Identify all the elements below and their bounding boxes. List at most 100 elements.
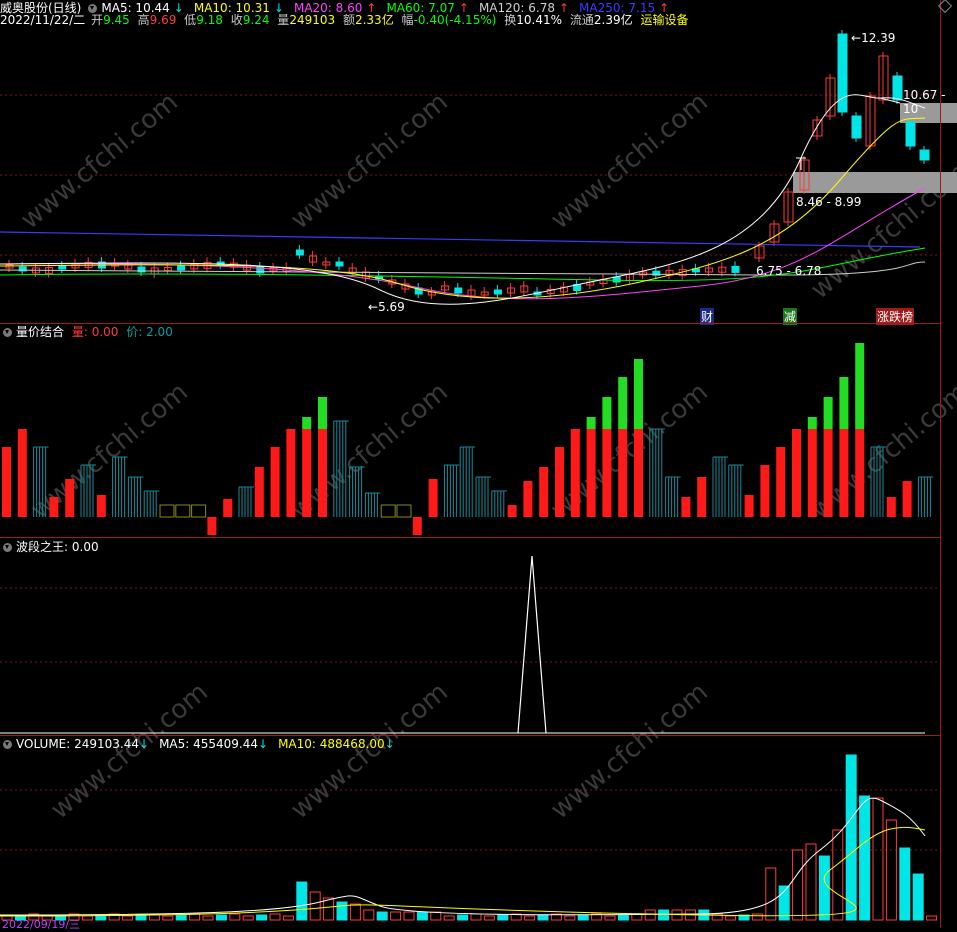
volume-bar (604, 915, 616, 921)
candle-body (493, 289, 502, 295)
collapse-icon[interactable] (88, 4, 98, 13)
volume-bar (403, 911, 415, 921)
panel4-header: VOLUME: 249103.44↓ MA5: 455409.44↓ MA10: 4… (0, 737, 399, 751)
candle-body (731, 265, 740, 273)
high-mark-label: ←12.39 (851, 31, 895, 45)
vp-bar (681, 497, 691, 517)
axis-start-date: 2022/09/19/三 (2, 918, 81, 931)
vp-bar (855, 343, 865, 429)
sector-link[interactable]: 运输设备 (640, 13, 688, 27)
vp-bar (318, 397, 327, 429)
volume-bar (349, 903, 361, 921)
volume-bar (845, 754, 857, 921)
volume-bar (577, 914, 589, 921)
high-mark-value: 12.39 (861, 31, 896, 45)
vp-bar (428, 479, 438, 517)
volume-bar (309, 891, 321, 921)
float-label: 流通 (569, 13, 594, 27)
collapse-icon[interactable] (3, 740, 12, 749)
quote-line: 2022/11/22/二 开9.45 高9.69 低9.18 收9.24 量24… (0, 13, 692, 27)
volume-bar (135, 914, 147, 921)
low-label: 低 (184, 13, 197, 27)
vp-bar (823, 397, 833, 429)
vp-bar (586, 417, 596, 429)
volume-bar (885, 819, 897, 921)
vp-bar (175, 504, 191, 518)
volume-bar (751, 913, 763, 921)
open-value: 9.45 (103, 13, 130, 27)
panel3-title: 波段之王 (16, 540, 65, 554)
volume-bar (658, 909, 670, 921)
vp-bar (318, 429, 327, 517)
panel-separator (0, 537, 940, 538)
volume-bar (430, 911, 442, 921)
volume-bar (336, 901, 348, 921)
arrow-left-icon: ← (368, 300, 379, 314)
close-label: 收 (230, 13, 243, 27)
close-value: 9.24 (242, 13, 270, 27)
vp-bar (191, 504, 207, 518)
panel2-volume: 量: 0.00 (71, 325, 119, 339)
volume-bar (617, 914, 629, 921)
volume-bar (912, 873, 924, 921)
vp-bar (634, 429, 643, 517)
volume-bar (537, 914, 549, 921)
panel2-header: 量价结合 量: 0.00 价: 2.00 (0, 325, 177, 339)
vp-bar (855, 429, 865, 517)
vp-bar (760, 465, 770, 517)
panel2-price: 价: 2.00 (126, 325, 173, 339)
volume-label: VOLUME: 249103.44 (16, 737, 139, 751)
vp-bar (302, 417, 312, 429)
low-value: 9.18 (196, 13, 223, 27)
candle-body (612, 276, 621, 283)
watermark-text: www.cfchi.com (285, 677, 454, 825)
volume-bar (765, 867, 777, 921)
high-label: 高 (137, 13, 150, 27)
turnover-value: 10.41% (516, 13, 563, 27)
amount-label: 额 (342, 13, 355, 27)
vp-bar (823, 429, 833, 517)
change-value: -0.40(-4.15%) (413, 13, 497, 27)
ma250-line (0, 231, 921, 248)
candle-body (892, 75, 903, 101)
volume-bar (323, 897, 335, 921)
volume-bar (818, 855, 830, 921)
vp-bar (602, 397, 612, 429)
vp-bar (839, 377, 849, 429)
vp-bar (570, 429, 580, 517)
volume-ma5-label: MA5: 455409.44 (159, 737, 259, 751)
volume-value: 249103 (289, 13, 336, 27)
price-zone (793, 172, 957, 193)
volume-bar (564, 915, 576, 921)
zone-label-2: 8.46 - 8.99 (796, 195, 862, 209)
candle-body (295, 249, 304, 256)
watermark-text: www.cfchi.com (545, 677, 714, 825)
vp-bar (49, 497, 59, 517)
vp-bar (807, 429, 817, 517)
collapse-icon[interactable] (3, 543, 12, 552)
candle-body (58, 265, 67, 270)
arrow-left-icon: ← (851, 31, 862, 45)
volume-bar (215, 914, 227, 921)
volume-bar (376, 911, 388, 921)
signal-spike (517, 555, 547, 734)
collapse-icon[interactable] (3, 328, 12, 337)
vp-bar (380, 504, 396, 518)
vp-bar (17, 429, 27, 517)
panel3-value: : 0.00 (64, 540, 99, 554)
volume-bar (899, 847, 911, 921)
volume-bar (363, 909, 375, 921)
vp-bar (159, 504, 175, 518)
volume-bar (859, 795, 871, 921)
volume-bar (81, 915, 93, 921)
volume-bar (189, 913, 201, 921)
vp-bar (270, 447, 280, 517)
volume-bar (282, 915, 294, 921)
volume-bar (202, 915, 214, 921)
watermark-text: www.cfchi.com (545, 87, 714, 235)
volume-bar (175, 914, 187, 921)
panel3-header: 波段之王: 0.00 (0, 540, 103, 554)
right-border (940, 0, 941, 928)
candle-body (851, 115, 862, 139)
zone-label-1: 10.67 - 10 (903, 88, 946, 116)
